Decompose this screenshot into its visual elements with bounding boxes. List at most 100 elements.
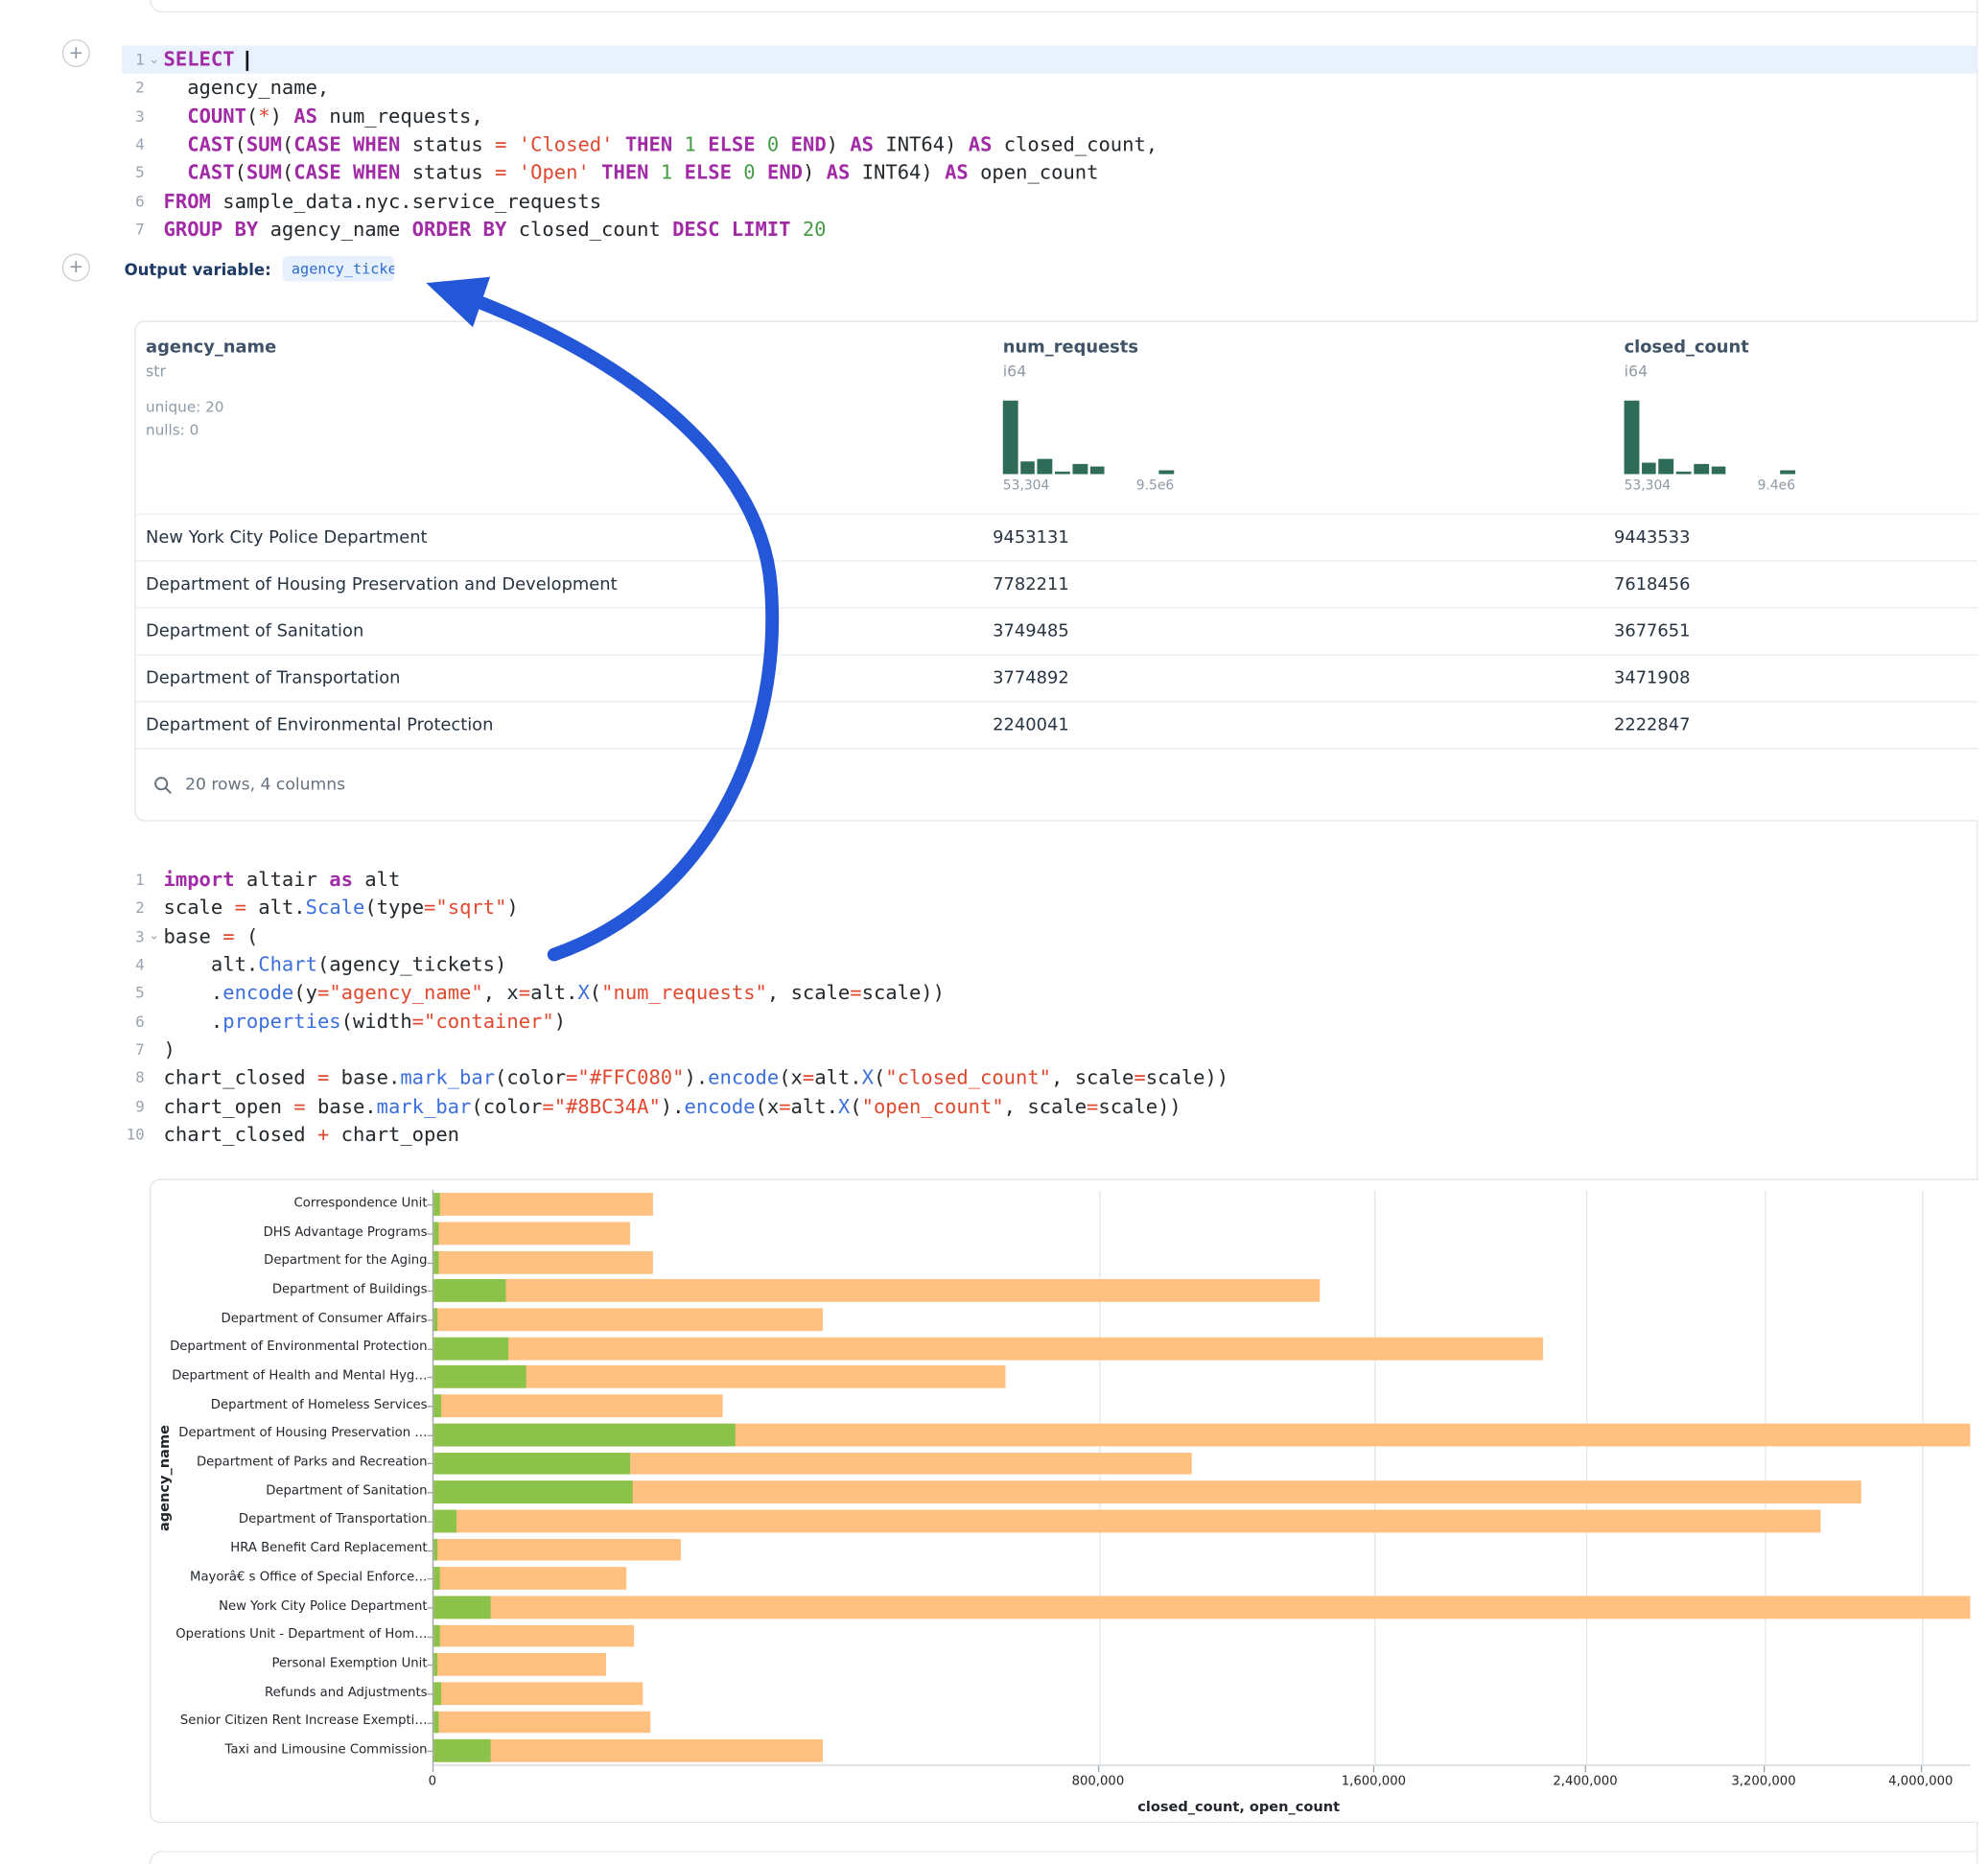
- code-line[interactable]: 6 .properties(width="container"): [122, 1007, 1978, 1035]
- code-token: [164, 161, 188, 184]
- table-row[interactable]: Department of Environmental Protection22…: [135, 701, 1977, 748]
- column-header-closed-count[interactable]: closed_count: [1625, 338, 1749, 358]
- histogram-max: 9.4e6: [1758, 478, 1795, 493]
- code-token: "open_count": [862, 1095, 1004, 1118]
- table-row[interactable]: New York City Police Department945313194…: [135, 513, 1977, 560]
- histogram-bar: [1089, 466, 1104, 474]
- code-line[interactable]: 9chart_open = base.mark_bar(color="#8BC3…: [122, 1092, 1978, 1120]
- column-header-num-requests[interactable]: num_requests: [1003, 338, 1138, 358]
- chart-plot-area: [433, 1190, 1971, 1765]
- code-token: num_requests,: [317, 105, 483, 128]
- output-variable-pill[interactable]: agency_tickets: [283, 256, 394, 281]
- chart-bar-open: [433, 1480, 633, 1503]
- code-line[interactable]: 1import altair as alt: [122, 866, 1978, 894]
- code-token: [164, 133, 188, 156]
- code-token: encode: [684, 1095, 755, 1118]
- column-header-agency-name[interactable]: agency_name: [146, 338, 276, 358]
- chart-bar-open: [433, 1194, 439, 1217]
- code-token: WHEN: [353, 133, 400, 156]
- cell-num-requests: 3774892: [993, 668, 1614, 688]
- code-line[interactable]: 10chart_closed + chart_open: [122, 1120, 1978, 1148]
- code-token: 1: [685, 133, 696, 156]
- code-token: (: [235, 133, 246, 156]
- code-line[interactable]: 2 agency_name,: [122, 74, 1978, 102]
- fold-chevron-icon[interactable]: ⌄: [145, 929, 164, 944]
- y-axis-tick: [428, 1549, 433, 1550]
- histogram-bar: [1694, 464, 1708, 475]
- code-line[interactable]: 5 .encode(y="agency_name", x=alt.X("num_…: [122, 979, 1978, 1007]
- code-token: [719, 218, 731, 241]
- code-token: SUM: [246, 161, 282, 184]
- x-axis-tick: [1585, 1765, 1586, 1772]
- code-line[interactable]: 4 alt.Chart(agency_tickets): [122, 950, 1978, 978]
- code-token: alt: [353, 869, 400, 892]
- code-token: ELSE: [685, 161, 732, 184]
- code-token: (color: [495, 1066, 566, 1089]
- code-token: closed_count,: [992, 133, 1158, 156]
- code-token: properties: [222, 1010, 340, 1033]
- line-number: 4: [122, 956, 145, 974]
- chart-bar-closed: [433, 1223, 630, 1246]
- cell-agency-name: Department of Sanitation: [135, 621, 993, 641]
- code-line[interactable]: 8chart_closed = base.mark_bar(color="#FF…: [122, 1063, 1978, 1091]
- code-line[interactable]: 3⌄base = (: [122, 922, 1978, 950]
- code-line[interactable]: 4 CAST(SUM(CASE WHEN status = 'Closed' T…: [122, 130, 1978, 158]
- cell-num-requests: 9453131: [993, 527, 1614, 548]
- code-token: AS: [293, 105, 317, 128]
- chart-bar-closed: [433, 1480, 1860, 1503]
- code-line[interactable]: 1⌄SELECT: [122, 46, 1978, 74]
- cell-agency-name: Department of Housing Preservation and D…: [135, 574, 993, 594]
- chart-bar-open: [433, 1596, 490, 1619]
- search-icon[interactable]: [153, 776, 173, 795]
- cell-agency-name: New York City Police Department: [135, 527, 993, 548]
- code-line[interactable]: 2scale = alt.Scale(type="sqrt"): [122, 894, 1978, 921]
- column-type: str: [146, 362, 166, 381]
- line-number: 1: [122, 51, 145, 69]
- chart-bar-open: [433, 1452, 630, 1475]
- code-token: [506, 161, 518, 184]
- code-token: open_count: [969, 161, 1099, 184]
- code-line[interactable]: 6FROM sample_data.nyc.service_requests: [122, 187, 1978, 215]
- code-token: [341, 161, 353, 184]
- chart-bar-open: [433, 1567, 440, 1590]
- code-token: =: [542, 1095, 553, 1118]
- y-axis-tick: [428, 1204, 433, 1205]
- y-axis-tick: [428, 1319, 433, 1320]
- code-line[interactable]: 7GROUP BY agency_name ORDER BY closed_co…: [122, 215, 1978, 243]
- sql-cell[interactable]: 1⌄SELECT 2 agency_name,3 COUNT(*) AS num…: [122, 46, 1978, 244]
- code-token: scale)): [1098, 1095, 1181, 1118]
- python-cell[interactable]: 1import altair as alt2scale = alt.Scale(…: [122, 866, 1978, 1149]
- code-token: alt.: [814, 1066, 861, 1089]
- code-line[interactable]: 7): [122, 1036, 1978, 1063]
- histogram-bar: [1659, 459, 1673, 474]
- table-row[interactable]: Department of Transportation377489234719…: [135, 654, 1977, 701]
- table-row[interactable]: Department of Sanitation37494853677651: [135, 607, 1977, 654]
- line-number: 3: [122, 927, 145, 945]
- code-token: =: [235, 897, 246, 920]
- code-token: CAST: [187, 161, 234, 184]
- code-token: [649, 161, 661, 184]
- code-token: "#FFC080": [577, 1066, 684, 1089]
- chart-bar-open: [433, 1653, 436, 1676]
- category-label: Taxi and Limousine Commission: [151, 1736, 427, 1765]
- code-token: "#8BC34A": [554, 1095, 661, 1118]
- fold-chevron-icon[interactable]: ⌄: [145, 53, 164, 67]
- code-token: (: [282, 133, 293, 156]
- code-line[interactable]: 5 CAST(SUM(CASE WHEN status = 'Open' THE…: [122, 159, 1978, 187]
- code-token: 0: [767, 133, 779, 156]
- next-cell-border: [150, 1851, 1976, 1864]
- category-label: Senior Citizen Rent Increase Exempti…: [151, 1708, 427, 1736]
- code-text: COUNT(*) AS num_requests,: [164, 105, 1978, 128]
- add-cell-button[interactable]: +: [62, 39, 90, 67]
- code-text: .properties(width="container"): [164, 1010, 1978, 1033]
- code-text: CAST(SUM(CASE WHEN status = 'Closed' THE…: [164, 133, 1978, 156]
- code-token: AS: [945, 161, 969, 184]
- code-line[interactable]: 3 COUNT(*) AS num_requests,: [122, 103, 1978, 130]
- code-token: , scale: [1051, 1066, 1134, 1089]
- histogram-bar: [1642, 463, 1656, 474]
- code-token: [696, 133, 708, 156]
- category-label: Department of Sanitation: [151, 1478, 427, 1506]
- code-token: scale)): [862, 982, 945, 1005]
- add-cell-button[interactable]: +: [62, 253, 90, 281]
- table-row[interactable]: Department of Housing Preservation and D…: [135, 560, 1977, 607]
